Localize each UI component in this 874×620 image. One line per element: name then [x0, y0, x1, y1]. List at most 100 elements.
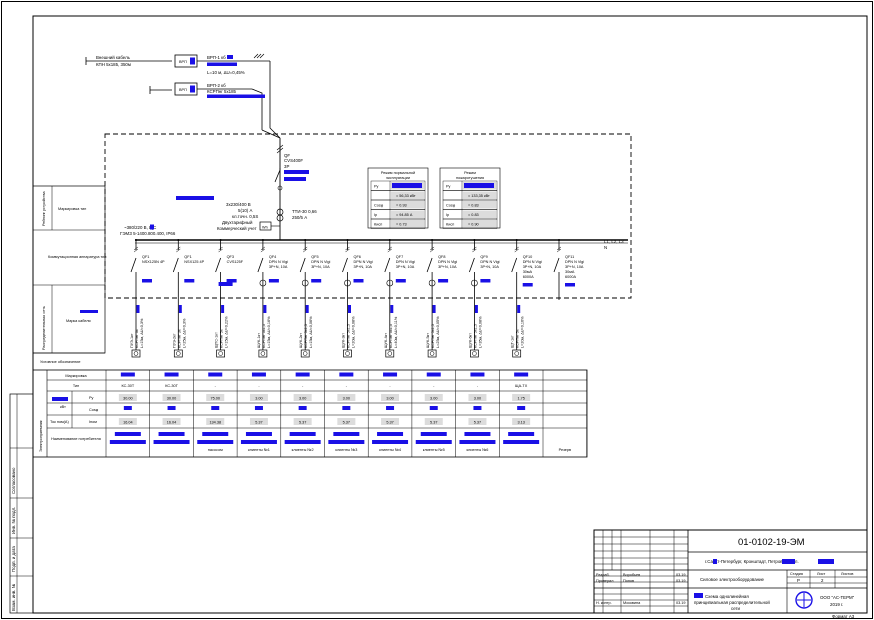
- feeder-cable-mark: ЩУК-5кт: [426, 333, 430, 348]
- svg-text:ВРП: ВРП: [179, 88, 187, 92]
- feeder-cable-length: L=15м, ΔU=0,22%: [225, 316, 229, 348]
- inner-border: [32, 15, 868, 614]
- marking-redaction: [208, 372, 223, 377]
- feeder-type: CVS125F: [227, 260, 244, 264]
- feeder-id: QF3: [227, 255, 234, 259]
- line2-label: ВРП-2 кб: [207, 83, 226, 88]
- consumer-cell: клиенты №3: [335, 448, 357, 452]
- main-busbar: L1, L2, L3 N: [135, 239, 628, 250]
- feeder-cable-mark: ЩУК-4кт: [384, 333, 388, 348]
- py-cell: 75.00: [210, 397, 220, 401]
- consumer-symbol: [216, 349, 225, 358]
- outer-border: [1, 1, 873, 619]
- consumer-cell: клиенты №6: [466, 448, 488, 452]
- feeder-cable-mark: ЩУК-6кт: [468, 333, 472, 348]
- consumer-symbol: [258, 349, 268, 358]
- section-title: Силовое электрооборудование: [700, 577, 765, 582]
- inom-cell: 16.04: [167, 421, 177, 425]
- mode-row-value: = 56,33 кВт: [396, 194, 416, 198]
- feeder-cable-length: L=15м, ΔU=0,06%: [309, 316, 313, 348]
- feeder-type: NSX125 4P: [184, 260, 204, 264]
- sheets-header: Листов: [841, 572, 853, 576]
- label-symbol: Условное обозначение: [40, 360, 80, 364]
- stamp-role: Н. контр.: [596, 601, 612, 605]
- side-stamp-label-2: Инв. № подл.: [11, 507, 16, 534]
- title-block: 01-0102-19-ЭМ г.Санкт-Петербург, Кроншта…: [593, 529, 868, 619]
- mode-row-key: Кисп: [374, 223, 382, 227]
- mode-fire-box: Режимпожаротушения Ру = 133,35 кВт Cosφ = 0.…: [439, 167, 501, 229]
- marking-redaction: [164, 372, 179, 377]
- input-breaker-poles: 3P: [284, 164, 289, 169]
- schematic-sheet: Взам. инв. № Подп. и дата Инв. № подл. С…: [1, 1, 873, 619]
- mode-row-key: Ру: [446, 185, 451, 189]
- label-marking-type: Маркировка тип: [58, 207, 86, 211]
- feeder-11: QF11DPN N Vigi3P+N, 10А30мА6000А: [553, 239, 584, 300]
- drawing-title-3: сети: [731, 606, 741, 611]
- inom-cell: 5.37: [299, 421, 306, 425]
- company-year: 2019 г.: [830, 602, 843, 607]
- side-stamp-label-0: Взам. инв. №: [11, 584, 16, 611]
- type-cell: -: [258, 384, 260, 388]
- meter-spec-3: кл.точн. 0,5S: [232, 214, 258, 219]
- feeder-id: QF6: [354, 255, 361, 259]
- feeder-type: DPN N Vigi: [480, 260, 499, 264]
- drawing-code: 01-0102-19-ЭМ: [738, 537, 805, 548]
- mode-row-key: Ip: [446, 213, 449, 217]
- enclosure-spec: ГЭМЗ 5-1400.800.400, IP66: [120, 231, 176, 236]
- feeder-id: QF4: [269, 255, 276, 259]
- inom-cell: 5.37: [255, 421, 262, 425]
- feeder-cable-mark: ПУЭ-2кт: [172, 333, 176, 348]
- feeder-cable-mark: ЩУК-3кт: [342, 333, 346, 348]
- feeder-cable-length: L=25м, ΔU=0,3%: [182, 318, 186, 348]
- marking-redaction: [120, 372, 135, 377]
- type-cell: -: [477, 384, 479, 388]
- type-cell: -: [215, 384, 217, 388]
- feeder-type: DPN N Vigi: [438, 260, 457, 264]
- inom-cell: 5.37: [343, 421, 350, 425]
- company-name: ООО "АС-ТЕРМ": [820, 595, 855, 600]
- label-distribution-network: Распределительная сеть: [42, 306, 46, 350]
- side-stamp-label-1: Подп. и дата: [11, 546, 16, 572]
- drawing-title-1: Схема однолинейная: [705, 594, 749, 599]
- py-cell: 3.00: [386, 397, 393, 401]
- label-cable-mark: Марка кабеля: [66, 319, 91, 323]
- mode-row-value: = 0.93: [396, 204, 407, 208]
- feeder-id: QF8: [438, 255, 445, 259]
- company-logo: [795, 591, 813, 609]
- marking-redaction: [383, 372, 398, 377]
- stage-value: Р: [797, 578, 800, 583]
- input-breaker: QF CVS400F 3P ТТИ-30 0,66 250/5 А Wh 3х2…: [120, 138, 317, 240]
- marking-redaction: [470, 372, 485, 377]
- feeder-type: DPN N Vigi: [565, 260, 584, 264]
- feeder-cable-length: L=40м, ΔU=0,11%: [394, 316, 398, 348]
- consumer-symbol: [427, 349, 437, 358]
- bus-label-n: N: [604, 245, 607, 250]
- type-cell: -: [302, 384, 304, 388]
- feeder-cable-mark: ЩУК-1кт: [257, 333, 261, 348]
- feeder-rating-2: 30мА: [565, 270, 575, 274]
- row-label-py: Ру: [89, 396, 94, 400]
- sheet-header: Лист: [817, 572, 826, 576]
- consumer-cell: клиенты №5: [423, 448, 445, 452]
- format-label: Формат А3: [832, 614, 855, 619]
- consumer-symbol: [300, 349, 310, 358]
- inom-cell: 3.13: [517, 421, 524, 425]
- line1-length: L=10 м, ΔU=0,45%: [207, 70, 245, 75]
- mode-row-key: Ру: [374, 185, 379, 189]
- meter-unit: Wh: [262, 226, 268, 230]
- py-cell: 3.00: [430, 397, 437, 401]
- row-label-consumer: Наименование потребителя: [51, 437, 101, 441]
- feeder-id: QF10: [523, 255, 533, 259]
- type-cell: -: [433, 384, 435, 388]
- stage-header: Стадия: [790, 572, 803, 576]
- mode-row-value: = 94.85 А: [396, 213, 413, 217]
- inom-cell: 5.37: [430, 421, 437, 425]
- consumer-symbol: [343, 349, 352, 358]
- marking-redaction: [251, 372, 266, 377]
- bus-label: L1, L2, L3: [604, 239, 624, 244]
- stamp-role: Разраб.: [596, 573, 610, 577]
- mode-row-key: Ip: [374, 213, 377, 217]
- feeder-rating: 3P+N, 10А: [311, 265, 330, 269]
- svg-text:ВРП: ВРП: [179, 60, 187, 64]
- feeder-cable-mark: ЩПС-1кт: [215, 332, 219, 348]
